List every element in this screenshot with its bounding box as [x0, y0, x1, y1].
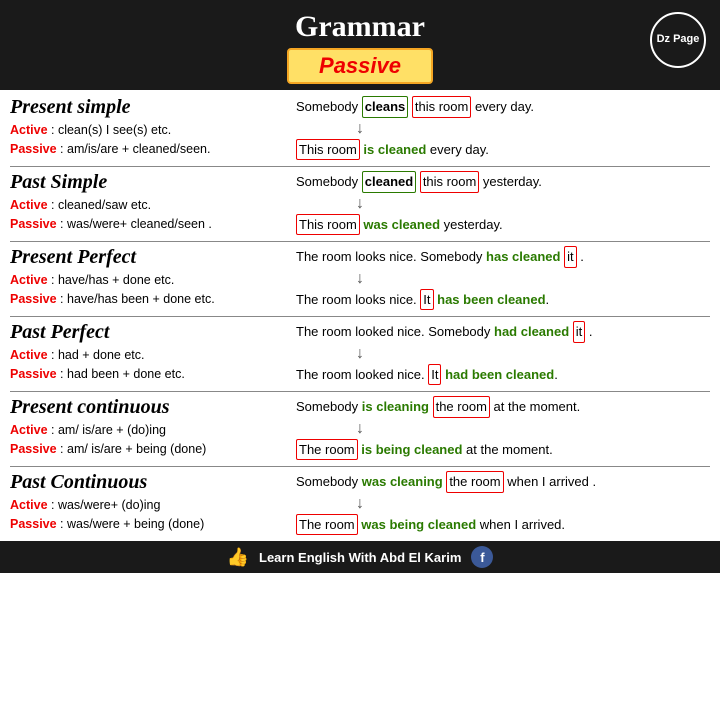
active-rule-present-simple: Active : clean(s) I see(s) etc.: [10, 121, 290, 140]
example-passive-past-perfect: The room looked nice. It had been cleane…: [296, 364, 710, 386]
right-col-past-continuous: Somebody was cleaning the room when I ar…: [290, 471, 710, 537]
section-title-past-continuous: Past Continuous: [10, 471, 290, 494]
arrow-past-simple: ↓: [296, 195, 710, 213]
arrow-present-simple: ↓: [296, 120, 710, 138]
facebook-icon: f: [471, 546, 493, 568]
active-rule-present-perfect: Active : have/has + done etc.: [10, 271, 290, 290]
arrow-past-perfect: ↓: [296, 345, 710, 363]
section-present-simple: Present simple Active : clean(s) I see(s…: [10, 92, 710, 167]
passive-rule-past-continuous: Passive : was/were + being (done): [10, 515, 290, 534]
example-active-past-perfect: The room looked nice. Somebody had clean…: [296, 321, 710, 343]
example-active-present-continuous: Somebody is cleaning the room at the mom…: [296, 396, 710, 418]
example-passive-present-perfect: The room looks nice. It has been cleaned…: [296, 289, 710, 311]
passive-rule-present-continuous: Passive : am/ is/are + being (done): [10, 440, 290, 459]
active-rule-past-perfect: Active : had + done etc.: [10, 346, 290, 365]
example-active-past-simple: Somebody cleaned this room yesterday.: [296, 171, 710, 193]
arrow-past-continuous: ↓: [296, 495, 710, 513]
example-active-present-perfect: The room looks nice. Somebody has cleane…: [296, 246, 710, 268]
active-rule-past-continuous: Active : was/were+ (do)ing: [10, 496, 290, 515]
section-title-present-simple: Present simple: [10, 96, 290, 119]
example-active-past-continuous: Somebody was cleaning the room when I ar…: [296, 471, 710, 493]
left-col-past-simple: Past Simple Active : cleaned/saw etc. Pa…: [10, 171, 290, 234]
passive-rule-past-simple: Passive : was/were+ cleaned/seen .: [10, 215, 290, 234]
section-present-perfect: Present Perfect Active : have/has + done…: [10, 242, 710, 317]
arrow-present-perfect: ↓: [296, 270, 710, 288]
left-col-past-continuous: Past Continuous Active : was/were+ (do)i…: [10, 471, 290, 534]
example-passive-present-simple: This room is cleaned every day.: [296, 139, 710, 161]
section-past-perfect: Past Perfect Active : had + done etc. Pa…: [10, 317, 710, 392]
dz-page-badge: Dz Page: [650, 12, 706, 68]
passive-rule-present-simple: Passive : am/is/are + cleaned/seen.: [10, 140, 290, 159]
thumbs-up-icon: 👍: [227, 547, 249, 568]
section-past-simple: Past Simple Active : cleaned/saw etc. Pa…: [10, 167, 710, 242]
content-area: Present simple Active : clean(s) I see(s…: [0, 90, 720, 541]
left-col-present-perfect: Present Perfect Active : have/has + done…: [10, 246, 290, 309]
section-title-past-simple: Past Simple: [10, 171, 290, 194]
passive-rule-present-perfect: Passive : have/has been + done etc.: [10, 290, 290, 309]
right-col-present-simple: Somebody cleans this room every day. ↓ T…: [290, 96, 710, 162]
active-rule-present-continuous: Active : am/ is/are + (do)ing: [10, 421, 290, 440]
passive-rule-past-perfect: Passive : had been + done etc.: [10, 365, 290, 384]
section-title-past-perfect: Past Perfect: [10, 321, 290, 344]
footer-text: Learn English With Abd El Karim: [259, 550, 461, 565]
header: Grammar Passive Dz Page: [0, 0, 720, 90]
example-passive-past-simple: This room was cleaned yesterday.: [296, 214, 710, 236]
left-col-present-continuous: Present continuous Active : am/ is/are +…: [10, 396, 290, 459]
page-title: Grammar: [0, 10, 720, 44]
passive-label: Passive: [319, 53, 401, 78]
right-col-past-perfect: The room looked nice. Somebody had clean…: [290, 321, 710, 387]
section-past-continuous: Past Continuous Active : was/were+ (do)i…: [10, 467, 710, 541]
section-title-present-perfect: Present Perfect: [10, 246, 290, 269]
right-col-present-continuous: Somebody is cleaning the room at the mom…: [290, 396, 710, 462]
right-col-present-perfect: The room looks nice. Somebody has cleane…: [290, 246, 710, 312]
active-rule-past-simple: Active : cleaned/saw etc.: [10, 196, 290, 215]
left-col-past-perfect: Past Perfect Active : had + done etc. Pa…: [10, 321, 290, 384]
example-passive-past-continuous: The room was being cleaned when I arrive…: [296, 514, 710, 536]
footer: 👍 Learn English With Abd El Karim f: [0, 541, 720, 573]
right-col-past-simple: Somebody cleaned this room yesterday. ↓ …: [290, 171, 710, 237]
section-title-present-continuous: Present continuous: [10, 396, 290, 419]
arrow-present-continuous: ↓: [296, 420, 710, 438]
example-passive-present-continuous: The room is being cleaned at the moment.: [296, 439, 710, 461]
section-present-continuous: Present continuous Active : am/ is/are +…: [10, 392, 710, 467]
left-col-present-simple: Present simple Active : clean(s) I see(s…: [10, 96, 290, 159]
example-active-present-simple: Somebody cleans this room every day.: [296, 96, 710, 118]
